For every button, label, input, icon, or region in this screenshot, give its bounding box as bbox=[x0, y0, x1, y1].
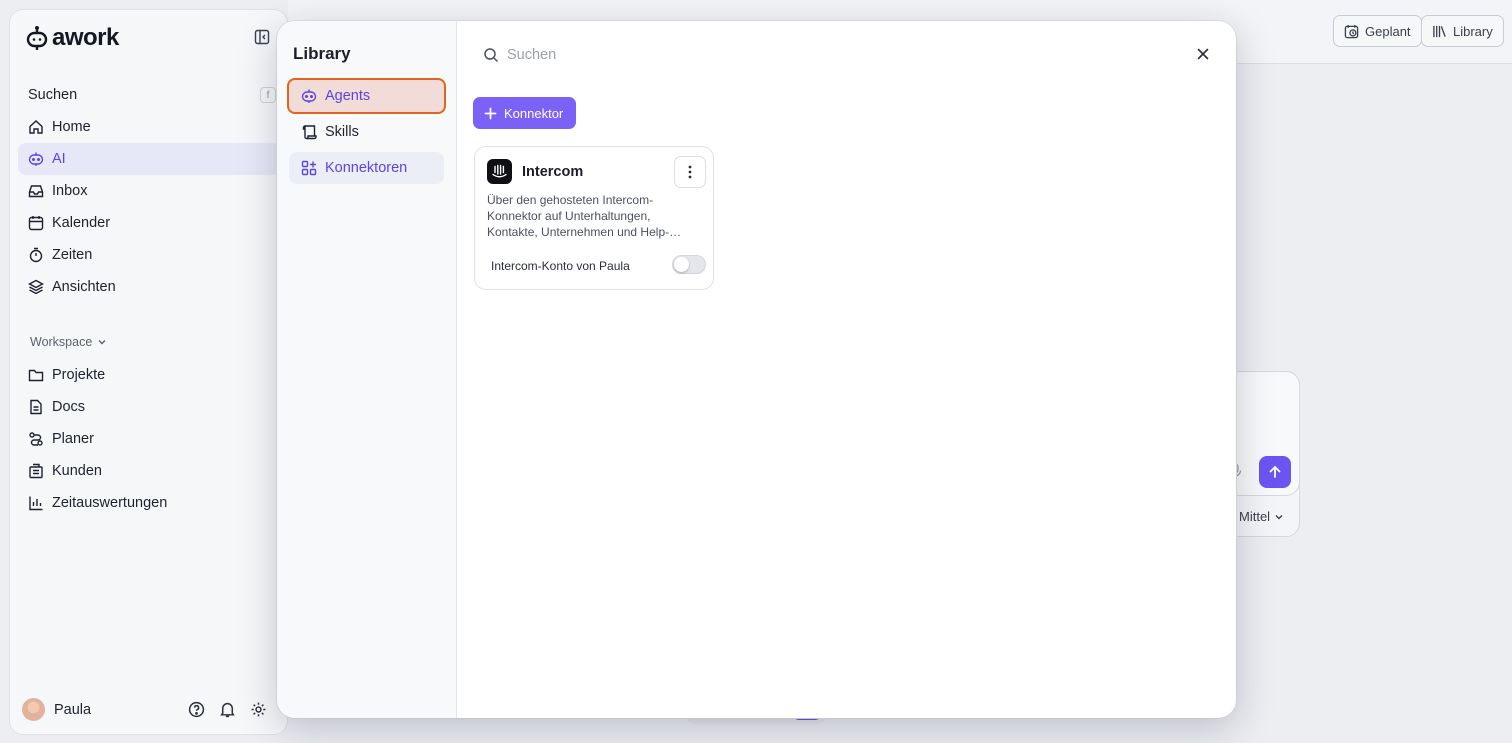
sidebar-item-label: Zeiten bbox=[52, 247, 93, 263]
sidebar-item-search[interactable]: Suchen f bbox=[18, 79, 280, 111]
search-icon bbox=[484, 48, 499, 63]
connector-description: Über den gehosteten Intercom-Konnektor a… bbox=[487, 193, 670, 239]
awork-bot-logo-icon bbox=[26, 26, 48, 50]
library-nav: Library Agents Skills Konnektoren bbox=[277, 21, 457, 718]
sidebar-item-label: Kalender bbox=[52, 215, 111, 231]
workspace-header[interactable]: Workspace bbox=[30, 335, 107, 349]
library-label: Library bbox=[1453, 23, 1493, 39]
layers-icon bbox=[28, 279, 44, 295]
sidebar-item-label: Zeitauswertungen bbox=[52, 495, 168, 511]
sidebar-item-label: Inbox bbox=[52, 183, 88, 199]
gear-icon[interactable] bbox=[250, 701, 267, 718]
arrow-up-icon bbox=[1269, 465, 1281, 478]
library-title: Library bbox=[293, 44, 351, 63]
folder-icon bbox=[28, 369, 44, 382]
building-icon bbox=[29, 463, 43, 479]
workspace-label: Workspace bbox=[30, 335, 93, 349]
search-input[interactable] bbox=[507, 47, 807, 63]
sidebar-item-kalender[interactable]: Kalender bbox=[18, 207, 280, 239]
connector-account-label: Intercom-Konto von Paula bbox=[491, 259, 630, 273]
document-icon bbox=[30, 399, 42, 415]
search-shortcut-badge: f bbox=[260, 87, 276, 103]
app-name: awork bbox=[52, 24, 119, 51]
stopwatch-icon bbox=[29, 247, 43, 263]
sidebar-item-ansichten[interactable]: Ansichten bbox=[18, 271, 280, 303]
bar-chart-icon bbox=[29, 496, 43, 511]
sidebar-item-inbox[interactable]: Inbox bbox=[18, 175, 280, 207]
library-nav-label: Konnektoren bbox=[325, 160, 408, 176]
library-modal: Library Agents Skills Konnektoren Konnek… bbox=[277, 21, 1236, 718]
library-nav-label: Agents bbox=[325, 88, 371, 104]
user-profile[interactable]: Paula bbox=[22, 698, 91, 721]
sidebar: awork Suchen f Home AI Inbox Kalender Ze… bbox=[9, 9, 288, 735]
library-nav-konnektoren[interactable]: Konnektoren bbox=[289, 152, 444, 184]
sidebar-item-label: Home bbox=[52, 119, 91, 135]
sidebar-item-label: Docs bbox=[52, 399, 86, 415]
library-search[interactable] bbox=[483, 47, 807, 63]
effort-select[interactable]: Mittel bbox=[1239, 509, 1284, 524]
connectors-icon bbox=[301, 160, 317, 176]
send-button[interactable] bbox=[1259, 456, 1291, 488]
plus-icon bbox=[484, 107, 497, 119]
connector-toggle[interactable] bbox=[672, 255, 706, 274]
calendar-icon bbox=[28, 216, 44, 231]
sidebar-item-planer[interactable]: Planer bbox=[18, 423, 280, 455]
home-icon bbox=[29, 120, 43, 134]
connector-name: Intercom bbox=[522, 164, 584, 180]
close-button[interactable] bbox=[1194, 45, 1212, 63]
sidebar-item-kunden[interactable]: Kunden bbox=[18, 455, 280, 487]
close-icon bbox=[1197, 48, 1209, 60]
sidebar-item-home[interactable]: Home bbox=[18, 111, 280, 143]
sidebar-item-label: AI bbox=[52, 151, 66, 167]
library-nav-label: Skills bbox=[325, 124, 359, 140]
library-nav-agents[interactable]: Agents bbox=[287, 78, 446, 114]
sidebar-item-zeitauswertungen[interactable]: Zeitauswertungen bbox=[18, 487, 280, 519]
sidebar-item-label: Projekte bbox=[52, 367, 106, 383]
chevron-down-icon bbox=[98, 340, 106, 345]
intercom-logo-icon bbox=[487, 159, 512, 184]
sidebar-item-ai[interactable]: AI bbox=[18, 143, 280, 175]
sidebar-item-zeiten[interactable]: Zeiten bbox=[18, 239, 280, 271]
add-connector-label: Konnektor bbox=[504, 105, 564, 121]
sidebar-item-label: Planer bbox=[52, 431, 94, 447]
effort-label: Mittel bbox=[1239, 509, 1271, 524]
sidebar-item-docs[interactable]: Docs bbox=[18, 391, 280, 423]
connector-card[interactable]: Intercom Über den gehosteten Intercom-Ko… bbox=[474, 146, 714, 290]
scroll-icon bbox=[302, 125, 317, 140]
scheduled-clock-icon bbox=[1344, 24, 1359, 38]
user-name: Paula bbox=[54, 701, 92, 718]
awork-logo[interactable]: awork bbox=[26, 24, 119, 52]
sidebar-collapse-icon[interactable] bbox=[254, 29, 270, 45]
planner-icon bbox=[29, 432, 43, 446]
sidebar-item-label: Ansichten bbox=[52, 279, 116, 295]
library-nav-skills[interactable]: Skills bbox=[289, 116, 444, 148]
library-button[interactable]: Library bbox=[1421, 15, 1504, 47]
bell-icon[interactable] bbox=[219, 701, 236, 718]
chevron-down-icon bbox=[1275, 514, 1283, 519]
geplant-button[interactable]: Geplant bbox=[1333, 15, 1422, 47]
geplant-label: Geplant bbox=[1365, 23, 1411, 39]
inbox-icon bbox=[28, 185, 44, 198]
add-connector-button[interactable]: Konnektor bbox=[473, 97, 577, 129]
connector-menu-button[interactable] bbox=[674, 156, 706, 188]
sidebar-item-label: Kunden bbox=[52, 463, 102, 479]
ai-bot-icon bbox=[28, 152, 44, 166]
search-label: Suchen bbox=[28, 87, 78, 103]
ai-bot-icon bbox=[301, 89, 317, 103]
avatar bbox=[22, 698, 45, 721]
library-icon bbox=[1433, 25, 1446, 37]
help-icon[interactable] bbox=[188, 701, 205, 718]
more-vertical-icon bbox=[688, 165, 692, 179]
sidebar-item-projekte[interactable]: Projekte bbox=[18, 359, 280, 391]
